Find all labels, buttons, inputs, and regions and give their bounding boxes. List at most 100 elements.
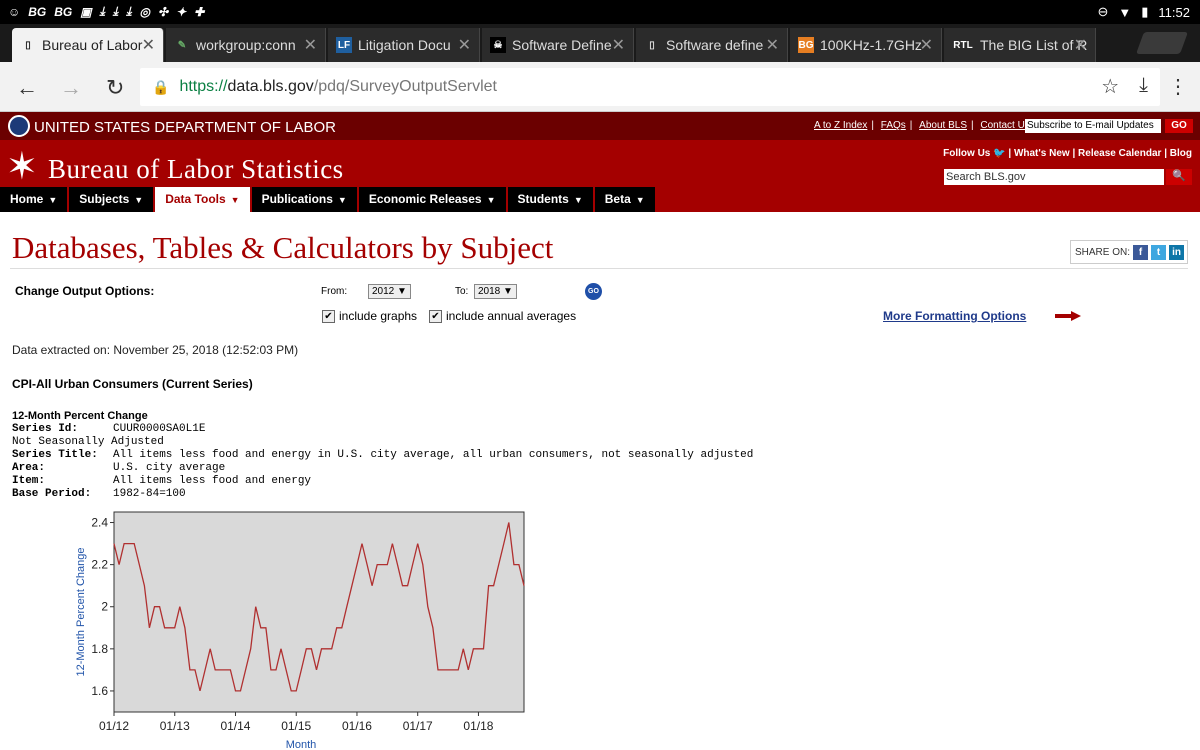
instagram-icon: ◎ [139, 4, 151, 19]
bls-title[interactable]: Bureau of Labor Statistics [48, 154, 344, 185]
menu-icon[interactable]: ⋮ [1168, 74, 1188, 99]
tab-litigation[interactable]: LF Litigation Docu ✕ [328, 28, 480, 62]
x-tick-label: 01/15 [281, 719, 311, 733]
tab-title: Bureau of Labor [42, 37, 143, 53]
image-icon: ▣ [80, 4, 92, 19]
close-icon[interactable]: ✕ [920, 35, 933, 55]
bg-notification-1: BG [28, 4, 47, 19]
dol-title[interactable]: UNITED STATES DEPARTMENT OF LABOR [34, 119, 336, 136]
tab-workgroup[interactable]: ✎ workgroup:conn ✕ [166, 28, 326, 62]
dol-seal-icon [8, 115, 30, 137]
app-icon: ✣ [158, 4, 169, 19]
tab-strip: ▯ Bureau of Labor ✕ ✎ workgroup:conn ✕ L… [0, 24, 1200, 62]
new-tab-button[interactable] [1135, 32, 1189, 54]
nav-economic-releases[interactable]: Economic Releases ▼ [358, 187, 506, 212]
page-title: Databases, Tables & Calculators by Subje… [12, 230, 554, 265]
change-output-label: Change Output Options: [15, 284, 155, 298]
percent-change-heading: 12-Month Percent Change [12, 410, 148, 422]
caret-down-icon: ▼ [48, 195, 58, 205]
close-icon[interactable]: ✕ [458, 35, 471, 55]
facebook-icon[interactable]: f [1133, 244, 1149, 260]
reload-icon[interactable]: ↻ [106, 75, 124, 101]
include-annual-label: include annual averages [446, 309, 577, 323]
tab-100khz[interactable]: BG 100KHz-1.7GHz ✕ [790, 28, 942, 62]
nav-home[interactable]: Home ▼ [0, 187, 68, 212]
address-field[interactable]: 🔒 https:// data.bls.gov /pdq/SurveyOutpu… [140, 68, 1160, 106]
series-title-value: All items less food and energy in U.S. c… [113, 449, 754, 461]
tab-software-defined-2[interactable]: ▯ Software define ✕ [636, 28, 788, 62]
release-calendar-link[interactable]: Release Calendar [1078, 148, 1161, 159]
caret-down-icon: ▼ [635, 195, 645, 205]
close-icon[interactable]: ✕ [142, 35, 155, 55]
go-button[interactable]: GO [585, 283, 602, 300]
nav-beta[interactable]: Beta ▼ [594, 187, 655, 212]
close-icon[interactable]: ✕ [612, 35, 625, 55]
include-annual-checkbox[interactable]: ✔ include annual averages [429, 309, 576, 323]
nav-publications[interactable]: Publications ▼ [251, 187, 357, 212]
back-arrow-icon[interactable]: ← [16, 75, 38, 101]
dol-links: A to Z Index | FAQs | About BLS | Contact U… [814, 120, 1030, 131]
more-formatting-link[interactable]: More Formatting Options [883, 309, 1026, 323]
tab-title: workgroup:conn [196, 37, 296, 53]
nav-data-tools[interactable]: Data Tools ▼ [155, 187, 250, 212]
download-icon: ⤓ [126, 4, 132, 18]
extracted-date: Data extracted on: November 25, 2018 (12… [12, 343, 299, 357]
tab-title: Software define [666, 37, 764, 53]
from-year-select[interactable]: 2012 ▼ [368, 284, 411, 299]
checkmark-icon[interactable]: ✔ [322, 309, 335, 323]
blog-link[interactable]: Blog [1170, 148, 1192, 159]
download-icon: ⤓ [99, 4, 105, 18]
plot-area [113, 511, 525, 713]
base-period-value: 1982-84=100 [113, 488, 186, 500]
red-arrow-icon[interactable] [1055, 311, 1081, 321]
link-a-to-z[interactable]: A to Z Index [814, 120, 867, 131]
battery-icon: ▮ [1141, 4, 1149, 19]
bg-notification-2: BG [54, 4, 73, 19]
forward-arrow-icon[interactable]: → [60, 75, 82, 101]
item-value: All items less food and energy [113, 475, 312, 487]
search-icon[interactable]: 🔍 [1166, 169, 1192, 185]
include-graphs-checkbox[interactable]: ✔ include graphs [322, 309, 417, 323]
nav-subjects[interactable]: Subjects ▼ [69, 187, 154, 212]
link-about-bls[interactable]: About BLS [919, 120, 967, 131]
page-icon: ▯ [649, 39, 655, 51]
close-icon[interactable]: ✕ [766, 35, 779, 55]
subscribe-input[interactable]: Subscribe to E-mail Updates [1025, 119, 1161, 133]
star-icon[interactable]: ☆ [1101, 74, 1119, 99]
divider [10, 268, 1188, 269]
to-label: To: [455, 286, 469, 297]
tab-bureau-of-labor[interactable]: ▯ Bureau of Labor ✕ [12, 28, 164, 62]
dnd-icon: ⊖ [1097, 4, 1109, 19]
tab-software-defined-1[interactable]: ☠ Software Define ✕ [482, 28, 634, 62]
bg-icon: BG [798, 37, 814, 53]
nav-label: Subjects [79, 192, 130, 206]
y-axis-label: 12-Month Percent Change [75, 547, 87, 676]
caret-down-icon: ▼ [486, 195, 496, 205]
link-contact-us[interactable]: Contact Us [980, 120, 1029, 131]
nav-students[interactable]: Students ▼ [507, 187, 593, 212]
download-icon[interactable]: ⤓ [1139, 74, 1148, 99]
nav-label: Students [517, 192, 569, 206]
linkedin-icon[interactable]: in [1169, 244, 1185, 260]
subscribe-go-button[interactable]: GO [1165, 119, 1193, 133]
y-tick-label: 2.2 [91, 558, 108, 572]
follow-us-link[interactable]: Follow Us [943, 148, 990, 159]
twitter-icon[interactable]: t [1151, 244, 1167, 260]
link-faqs[interactable]: FAQs [881, 120, 906, 131]
tab-big-list[interactable]: RTL The BIG List of R ✕ [944, 28, 1096, 62]
nav-label: Data Tools [165, 192, 226, 206]
site-search-input[interactable]: Search BLS.gov [944, 169, 1164, 185]
whats-new-link[interactable]: What's New [1014, 148, 1070, 159]
to-year-select[interactable]: 2018 ▼ [474, 284, 517, 299]
series-metadata: Series Id: CUUR0000SA0L1E Not Seasonally … [12, 423, 753, 501]
close-icon[interactable]: ✕ [1074, 35, 1087, 55]
checkmark-icon[interactable]: ✔ [429, 309, 442, 323]
series-id-label: Series Id: [12, 423, 79, 435]
x-tick-label: 01/17 [403, 719, 433, 733]
twitter-icon[interactable]: 🐦 [993, 148, 1005, 159]
close-icon[interactable]: ✕ [304, 35, 317, 55]
base-period-label: Base Period: [12, 488, 92, 500]
bls-star-logo-icon[interactable]: ✶ [6, 144, 38, 189]
tab-title: Litigation Docu [358, 37, 451, 53]
x-tick-label: 01/12 [99, 719, 129, 733]
